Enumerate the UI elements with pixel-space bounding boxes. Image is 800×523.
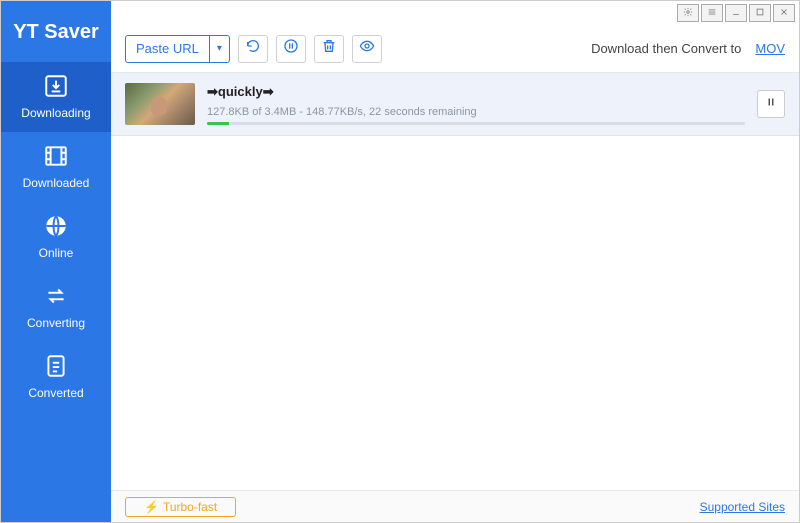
sidebar-item-label: Converting: [27, 316, 85, 330]
turbo-label: Turbo-fast: [163, 500, 217, 514]
sidebar-item-converting[interactable]: Converting: [1, 272, 111, 342]
delete-button[interactable]: [314, 35, 344, 63]
convert-label: Download then Convert to: [591, 41, 741, 56]
turbo-fast-button[interactable]: ⚡ Turbo-fast: [125, 497, 236, 517]
minimize-icon: [731, 7, 741, 20]
close-button[interactable]: [773, 4, 795, 22]
convert-format-link[interactable]: MOV: [755, 41, 785, 56]
preview-button[interactable]: [352, 35, 382, 63]
download-item: ➡quickly➡ 127.8KB of 3.4MB - 148.77KB/s,…: [111, 73, 799, 136]
maximize-icon: [755, 7, 765, 20]
paste-url-dropdown[interactable]: ▾: [209, 36, 229, 62]
video-thumbnail: [125, 83, 195, 125]
film-icon: [42, 142, 70, 170]
refresh-icon: [245, 38, 261, 59]
sidebar-item-downloaded[interactable]: Downloaded: [1, 132, 111, 202]
download-icon: [42, 72, 70, 100]
sidebar-item-label: Converted: [28, 386, 83, 400]
trash-icon: [321, 38, 337, 59]
menu-icon: [707, 7, 717, 20]
pause-circle-icon: [283, 38, 299, 59]
menu-button[interactable]: [701, 4, 723, 22]
paste-url-button[interactable]: Paste URL ▾: [125, 35, 230, 63]
toolbar: Paste URL ▾ Download then Convert to MOV: [111, 25, 799, 73]
eye-icon: [359, 38, 375, 59]
maximize-button[interactable]: [749, 4, 771, 22]
progress-bar: [207, 122, 745, 125]
download-status: 127.8KB of 3.4MB - 148.77KB/s, 22 second…: [207, 106, 745, 118]
footer: ⚡ Turbo-fast Supported Sites: [111, 490, 799, 522]
paste-url-label: Paste URL: [126, 36, 209, 62]
pause-button[interactable]: [757, 90, 785, 118]
pause-icon: [765, 95, 777, 113]
close-icon: [779, 7, 789, 20]
sidebar-item-label: Online: [39, 246, 74, 260]
progress-fill: [207, 122, 229, 125]
document-icon: [42, 352, 70, 380]
refresh-button[interactable]: [238, 35, 268, 63]
sidebar-item-online[interactable]: Online: [1, 202, 111, 272]
minimize-button[interactable]: [725, 4, 747, 22]
supported-sites-link[interactable]: Supported Sites: [700, 500, 785, 514]
convert-icon: [42, 282, 70, 310]
app-title: YT Saver: [1, 1, 111, 62]
sidebar: YT Saver Downloading Downloaded Online C…: [1, 1, 111, 522]
titlebar: [111, 1, 799, 25]
sidebar-item-converted[interactable]: Converted: [1, 342, 111, 412]
download-list: ➡quickly➡ 127.8KB of 3.4MB - 148.77KB/s,…: [111, 73, 799, 490]
bolt-icon: ⚡: [144, 500, 159, 514]
sidebar-item-label: Downloading: [21, 106, 90, 120]
globe-icon: [42, 212, 70, 240]
download-info: ➡quickly➡ 127.8KB of 3.4MB - 148.77KB/s,…: [207, 84, 745, 125]
download-title: ➡quickly➡: [207, 84, 745, 100]
settings-button[interactable]: [677, 4, 699, 22]
pause-all-button[interactable]: [276, 35, 306, 63]
sidebar-item-label: Downloaded: [23, 176, 90, 190]
main-panel: Paste URL ▾ Download then Convert to MOV: [111, 1, 799, 522]
sidebar-item-downloading[interactable]: Downloading: [1, 62, 111, 132]
gear-icon: [683, 7, 693, 20]
